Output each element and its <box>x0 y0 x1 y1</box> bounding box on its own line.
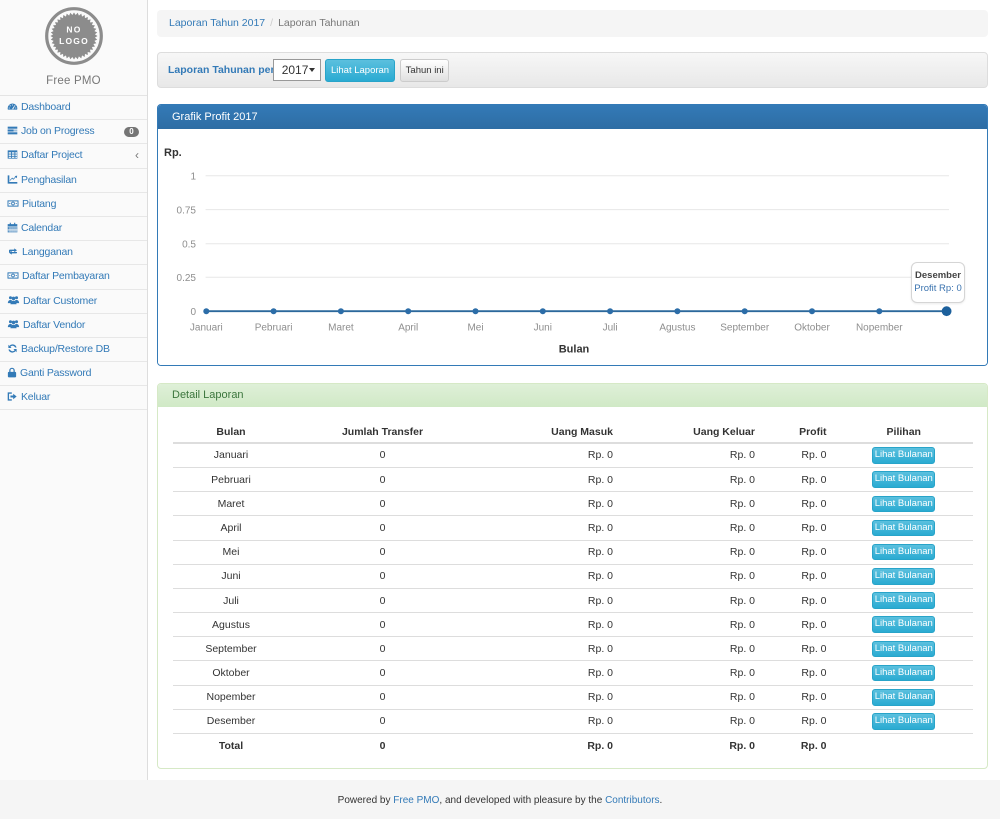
svg-text:Pebruari: Pebruari <box>255 323 293 334</box>
svg-text:Juli: Juli <box>603 323 618 334</box>
svg-text:September: September <box>720 323 770 334</box>
svg-text:Rp.: Rp. <box>164 147 182 159</box>
svg-text:0.75: 0.75 <box>177 205 197 216</box>
svg-text:0.5: 0.5 <box>182 240 196 251</box>
svg-text:Agustus: Agustus <box>659 323 695 334</box>
svg-text:April: April <box>398 323 418 334</box>
svg-text:Nopember: Nopember <box>856 323 903 334</box>
svg-text:Mei: Mei <box>467 323 483 334</box>
svg-text:0.25: 0.25 <box>177 273 197 284</box>
svg-text:Oktober: Oktober <box>794 323 830 334</box>
svg-text:Maret: Maret <box>328 323 354 334</box>
svg-text:Januari: Januari <box>190 323 223 334</box>
svg-text:1: 1 <box>190 172 196 183</box>
svg-text:Bulan: Bulan <box>559 344 590 356</box>
svg-text:NO: NO <box>66 25 81 35</box>
svg-text:LOGO: LOGO <box>59 36 89 46</box>
svg-text:Juni: Juni <box>534 323 552 334</box>
svg-text:0: 0 <box>190 307 196 318</box>
